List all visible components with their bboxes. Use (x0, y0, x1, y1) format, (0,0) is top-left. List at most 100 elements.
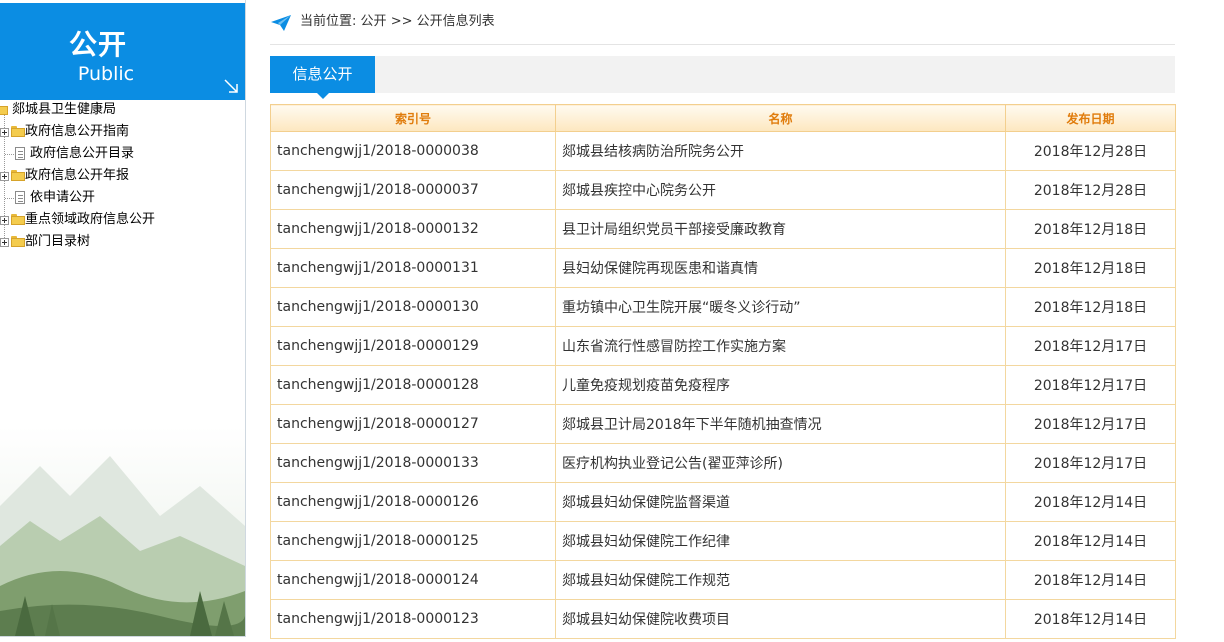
table-row: tanchengwjj1/2018-0000038 郯城县结核病防治所院务公开 20… (270, 131, 1176, 171)
section-banner: 公开 Public (0, 3, 245, 100)
paper-plane-icon (271, 15, 291, 31)
breadcrumb-label: 当前位置: (300, 14, 357, 29)
document-title-link[interactable]: 县妇幼保健院再现医患和谐真情 (555, 248, 1006, 288)
publish-date-cell: 2018年12月17日 (1005, 365, 1176, 405)
tree-root[interactable]: 郯城县卫生健康局 (0, 100, 200, 122)
index-number-cell: tanchengwjj1/2018-0000123 (270, 599, 556, 639)
document-title-link[interactable]: 郯城县疾控中心院务公开 (555, 170, 1006, 210)
document-icon (15, 147, 25, 160)
tree-item-label: 政府信息公开年报 (25, 168, 130, 183)
publish-date-cell: 2018年12月18日 (1005, 248, 1176, 288)
index-number-cell: tanchengwjj1/2018-0000127 (270, 404, 556, 444)
table-row: tanchengwjj1/2018-0000133 医疗机构执业登记公告(翟亚萍诊… (270, 443, 1176, 483)
breadcrumb-text: 当前位置: 公开 >> 公开信息列表 (300, 10, 495, 34)
divider (270, 44, 1175, 45)
document-title-link[interactable]: 郯城县妇幼保健院收费项目 (555, 599, 1006, 639)
tab-bar: 信息公开 (270, 56, 1175, 99)
folder-icon (0, 104, 8, 115)
table-row: tanchengwjj1/2018-0000124 郯城县妇幼保健院工作规范 201… (270, 560, 1176, 600)
index-number-cell: tanchengwjj1/2018-0000126 (270, 482, 556, 522)
publish-date-cell: 2018年12月17日 (1005, 443, 1176, 483)
tree-item-label: 部门目录树 (25, 234, 91, 249)
tree-item-label: 依申请公开 (30, 190, 96, 205)
document-title-link[interactable]: 山东省流行性感冒防控工作实施方案 (555, 326, 1006, 366)
document-title-link[interactable]: 儿童免疫规划疫苗免疫程序 (555, 365, 1006, 405)
publish-date-cell: 2018年12月28日 (1005, 131, 1176, 171)
landscape-background (0, 426, 245, 636)
publish-date-cell: 2018年12月14日 (1005, 521, 1176, 561)
expand-icon[interactable] (0, 238, 9, 247)
table-row: tanchengwjj1/2018-0000131 县妇幼保健院再现医患和谐真情 2… (270, 248, 1176, 288)
publish-date-cell: 2018年12月14日 (1005, 482, 1176, 522)
info-list-table: 索引号 名称 发布日期 tanchengwjj1/2018-0000038 郯城县… (270, 104, 1176, 639)
index-number-cell: tanchengwjj1/2018-0000124 (270, 560, 556, 600)
tree-item-label: 政府信息公开指南 (25, 124, 130, 139)
tab-label: 信息公开 (292, 65, 353, 83)
folder-icon (11, 170, 25, 181)
publish-date-cell: 2018年12月18日 (1005, 287, 1176, 327)
folder-icon (11, 126, 25, 137)
table-row: tanchengwjj1/2018-0000037 郯城县疾控中心院务公开 2018… (270, 170, 1176, 210)
document-title-link[interactable]: 重坊镇中心卫生院开展“暖冬义诊行动” (555, 287, 1006, 327)
table-row: tanchengwjj1/2018-0000125 郯城县妇幼保健院工作纪律 201… (270, 521, 1176, 561)
table-row: tanchengwjj1/2018-0000130 重坊镇中心卫生院开展“暖冬义诊… (270, 287, 1176, 327)
column-header-index: 索引号 (270, 104, 556, 132)
expand-icon[interactable] (0, 216, 9, 225)
tab-pointer (317, 93, 329, 99)
document-icon (15, 191, 25, 204)
tree-item-on-request[interactable]: 依申请公开 (0, 188, 200, 210)
tree-item-catalog[interactable]: 政府信息公开目录 (0, 144, 200, 166)
expand-icon[interactable] (0, 128, 9, 137)
section-title: 公开 (68, 28, 127, 61)
publish-date-cell: 2018年12月14日 (1005, 599, 1176, 639)
table-row: tanchengwjj1/2018-0000123 郯城县妇幼保健院收费项目 201… (270, 599, 1176, 639)
tree-item-label: 政府信息公开目录 (30, 146, 135, 161)
tree-item-key-areas[interactable]: 重点领域政府信息公开 (0, 210, 200, 232)
publish-date-cell: 2018年12月14日 (1005, 560, 1176, 600)
column-header-date: 发布日期 (1005, 104, 1176, 132)
section-subtitle: Public (77, 63, 135, 85)
tree-item-dept-tree[interactable]: 部门目录树 (0, 232, 200, 254)
document-title-link[interactable]: 郯城县妇幼保健院工作规范 (555, 560, 1006, 600)
publish-date-cell: 2018年12月17日 (1005, 404, 1176, 444)
expand-icon[interactable] (0, 172, 9, 181)
table-row: tanchengwjj1/2018-0000132 县卫计局组织党员干部接受廉政教… (270, 209, 1176, 249)
index-number-cell: tanchengwjj1/2018-0000125 (270, 521, 556, 561)
document-title-link[interactable]: 郯城县结核病防治所院务公开 (555, 131, 1006, 171)
table-row: tanchengwjj1/2018-0000128 儿童免疫规划疫苗免疫程序 201… (270, 365, 1176, 405)
tab-info-public[interactable]: 信息公开 (270, 56, 375, 99)
document-title-link[interactable]: 县卫计局组织党员干部接受廉政教育 (555, 209, 1006, 249)
corner-arrow-icon (224, 79, 238, 93)
document-title-link[interactable]: 医疗机构执业登记公告(翟亚萍诊所) (555, 443, 1006, 483)
breadcrumb-link-public[interactable]: 公开 (361, 14, 387, 29)
publish-date-cell: 2018年12月17日 (1005, 326, 1176, 366)
table-row: tanchengwjj1/2018-0000126 郯城县妇幼保健院监督渠道 201… (270, 482, 1176, 522)
folder-icon (11, 214, 25, 225)
index-number-cell: tanchengwjj1/2018-0000131 (270, 248, 556, 288)
index-number-cell: tanchengwjj1/2018-0000132 (270, 209, 556, 249)
document-title-link[interactable]: 郯城县妇幼保健院监督渠道 (555, 482, 1006, 522)
index-number-cell: tanchengwjj1/2018-0000128 (270, 365, 556, 405)
table-header-row: 索引号 名称 发布日期 (270, 104, 1176, 132)
table-row: tanchengwjj1/2018-0000127 郯城县卫计局2018年下半年随… (270, 404, 1176, 444)
publish-date-cell: 2018年12月28日 (1005, 170, 1176, 210)
tree-item-annual-report[interactable]: 政府信息公开年报 (0, 166, 200, 188)
index-number-cell: tanchengwjj1/2018-0000130 (270, 287, 556, 327)
folder-icon (11, 236, 25, 247)
tree-item-guide[interactable]: 政府信息公开指南 (0, 122, 200, 144)
index-number-cell: tanchengwjj1/2018-0000133 (270, 443, 556, 483)
document-title-link[interactable]: 郯城县卫计局2018年下半年随机抽查情况 (555, 404, 1006, 444)
index-number-cell: tanchengwjj1/2018-0000129 (270, 326, 556, 366)
column-header-name: 名称 (555, 104, 1006, 132)
tree-root-label: 郯城县卫生健康局 (12, 102, 117, 117)
index-number-cell: tanchengwjj1/2018-0000038 (270, 131, 556, 171)
table-row: tanchengwjj1/2018-0000129 山东省流行性感冒防控工作实施方… (270, 326, 1176, 366)
breadcrumb-separator: >> (390, 14, 413, 29)
index-number-cell: tanchengwjj1/2018-0000037 (270, 170, 556, 210)
sidebar: 公开 Public 郯城县卫生健康局 政府信息公开指南 政府信息公开目录 政府信… (0, 0, 246, 637)
tree-item-label: 重点领域政府信息公开 (25, 212, 156, 227)
publish-date-cell: 2018年12月18日 (1005, 209, 1176, 249)
directory-tree: 郯城县卫生健康局 政府信息公开指南 政府信息公开目录 政府信息公开年报 依申请公… (0, 100, 200, 254)
document-title-link[interactable]: 郯城县妇幼保健院工作纪律 (555, 521, 1006, 561)
breadcrumb-current: 公开信息列表 (416, 14, 495, 29)
